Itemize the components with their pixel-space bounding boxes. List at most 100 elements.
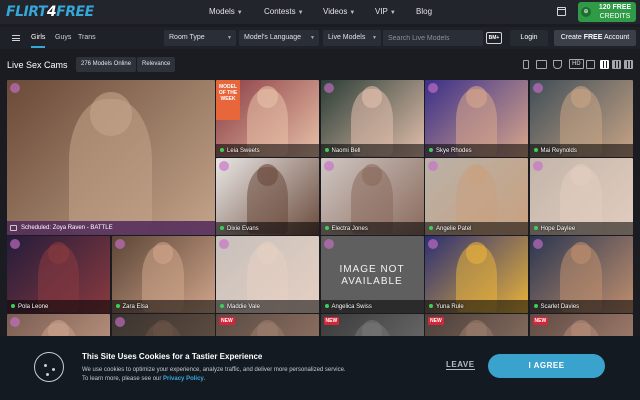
grid-medium-icon[interactable] — [612, 60, 621, 69]
status-dot-icon — [115, 303, 120, 308]
status-dot-icon — [220, 225, 224, 230]
site-logo[interactable]: FLIRT4FREE — [6, 4, 94, 20]
model-name: Maddie Vale — [220, 304, 260, 310]
listing-header: Live Sex Cams 276 Models Online Relevanc… — [0, 54, 640, 76]
chevron-down-icon: ▼ — [297, 10, 304, 16]
model-tile[interactable]: Yuna Rule — [425, 236, 528, 313]
sort-select[interactable]: Relevance — [137, 57, 176, 72]
model-name: Zara Elsa — [115, 303, 148, 310]
model-avatar-icon — [532, 161, 543, 171]
model-name: Naomi Bell — [324, 148, 361, 154]
status-dot-icon — [533, 147, 538, 152]
model-avatar-icon — [10, 83, 20, 93]
model-name: Angelica Swiss — [324, 304, 372, 310]
models-online-count: 276 Models Online — [76, 57, 137, 72]
status-dot-icon — [429, 225, 433, 230]
live-models-select[interactable]: Live Models ▼ — [323, 30, 381, 46]
model-name: Electra Jones — [324, 225, 368, 232]
model-avatar-icon — [10, 239, 20, 249]
mobile-icon[interactable] — [523, 60, 529, 69]
model-name: Pola Leone — [11, 304, 48, 310]
chevron-down-icon: ▼ — [372, 35, 377, 41]
model-tile[interactable]: Zara Elsa — [111, 236, 215, 313]
model-tile[interactable]: Maddie Vale — [216, 236, 319, 313]
model-tile[interactable]: Electra Jones — [320, 158, 424, 235]
model-name: Mai Reynolds — [533, 147, 577, 154]
model-avatar-icon — [219, 161, 229, 171]
privacy-policy-link[interactable]: Privacy Policy — [163, 376, 204, 382]
model-tile[interactable]: IMAGE NOT AVAILABLE Angelica Swiss — [320, 236, 424, 313]
cookie-title: This Site Uses Cookies for a Tastier Exp… — [82, 352, 263, 361]
model-photo — [570, 164, 592, 186]
model-avatar-icon — [428, 239, 438, 249]
model-tile[interactable]: Naomi Bell — [320, 80, 424, 157]
desktop-icon[interactable] — [536, 60, 547, 69]
free-credits-button[interactable]: ⊕ 120 FREE CREDITS — [578, 2, 636, 22]
status-dot-icon — [429, 147, 433, 152]
model-tile[interactable]: Dixie Evans — [216, 158, 319, 235]
model-tile[interactable]: Hope Daylee — [529, 158, 633, 235]
bm-plus-icon[interactable]: BM+ — [486, 32, 502, 44]
credits-icon: ⊕ — [581, 7, 591, 17]
tab-girls[interactable]: Girls — [31, 34, 46, 48]
chevron-down-icon: ▼ — [236, 10, 243, 16]
language-select[interactable]: Model's Language ▼ — [239, 30, 319, 46]
status-dot-icon — [429, 303, 433, 308]
model-photo — [570, 242, 592, 264]
model-photo — [257, 242, 278, 264]
model-tile[interactable]: Scheduled: Zoya Raven - BATTLE — [7, 80, 215, 235]
cookie-icon — [34, 352, 64, 382]
grid-large-icon[interactable] — [624, 60, 633, 69]
model-tile[interactable]: Scarlet Davies — [529, 236, 633, 313]
model-avatar-icon — [323, 161, 334, 171]
model-name: Angelie Patel — [429, 226, 471, 232]
camera-icon — [10, 224, 17, 231]
nav-item-vip[interactable]: VIP ▼ — [375, 7, 396, 16]
model-tile[interactable]: Skye Rhodes — [425, 80, 528, 157]
model-avatar-icon — [323, 239, 334, 249]
calendar-icon[interactable] — [557, 7, 566, 16]
login-button[interactable]: Login — [510, 30, 548, 46]
create-account-button[interactable]: Create FREE Account — [554, 30, 636, 46]
model-avatar-icon — [323, 83, 334, 93]
top-navigation-bar: FLIRT4FREE Models ▼ Contests ▼ Videos ▼ VIP… — [0, 0, 640, 24]
model-name: Scarlet Davies — [533, 303, 579, 310]
model-tile[interactable]: Angelie Patel — [425, 158, 528, 235]
cookie-text: To learn more, please see our Privacy Po… — [82, 376, 206, 382]
hd-icon[interactable]: HD — [569, 59, 584, 69]
model-avatar-icon — [428, 83, 438, 93]
model-avatar-icon — [532, 83, 543, 93]
status-dot-icon — [220, 303, 224, 308]
room-type-select[interactable]: Room Type ▼ — [164, 30, 236, 46]
model-photo — [466, 164, 487, 186]
tab-guys[interactable]: Guys — [55, 34, 71, 41]
chevron-down-icon: ▼ — [227, 35, 232, 41]
grid-small-icon[interactable] — [600, 60, 609, 69]
model-photo — [466, 242, 487, 264]
model-tile[interactable]: MODEL OF THE WEEK Leia Sweets — [216, 80, 319, 157]
model-name: Yuna Rule — [429, 304, 464, 310]
model-name: Hope Daylee — [533, 226, 575, 232]
nav-item-models[interactable]: Models ▼ — [209, 7, 243, 16]
nav-item-blog[interactable]: Blog — [416, 7, 432, 16]
model-name: Dixie Evans — [220, 226, 259, 232]
status-dot-icon — [324, 225, 329, 230]
tab-trans[interactable]: Trans — [78, 34, 96, 41]
model-avatar-icon — [219, 239, 229, 249]
leave-button[interactable]: LEAVE — [446, 360, 475, 370]
list-view-icon[interactable] — [586, 60, 595, 69]
model-avatar-icon — [114, 317, 125, 327]
model-of-week-ribbon: MODEL OF THE WEEK — [216, 80, 240, 120]
status-dot-icon — [533, 303, 538, 308]
model-tile[interactable]: Pola Leone — [7, 236, 110, 313]
model-photo — [570, 86, 592, 108]
status-dot-icon — [220, 147, 224, 152]
filter-icon[interactable] — [553, 60, 562, 69]
nav-item-contests[interactable]: Contests ▼ — [264, 7, 304, 16]
menu-icon[interactable] — [12, 35, 20, 41]
model-tile[interactable]: Mai Reynolds — [529, 80, 633, 157]
model-avatar-icon — [10, 317, 20, 327]
search-input[interactable] — [383, 30, 483, 46]
nav-item-videos[interactable]: Videos ▼ — [323, 7, 355, 16]
agree-button[interactable]: I AGREE — [488, 354, 605, 378]
